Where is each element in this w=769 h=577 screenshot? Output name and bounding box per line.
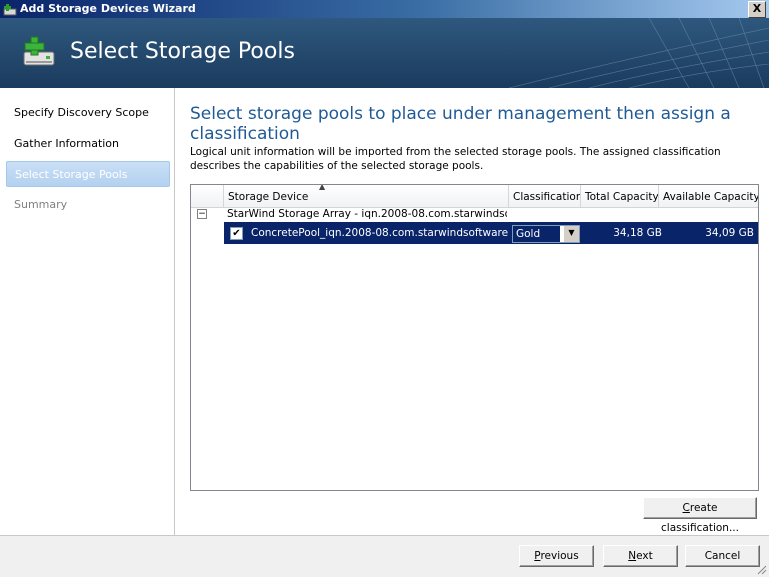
next-mnemonic: N (628, 550, 637, 562)
create-classification-label: reate classification... (661, 502, 739, 534)
wizard-steps-nav: Specify Discovery Scope Gather Informati… (0, 88, 175, 535)
row-total-capacity: 34,18 GB (613, 227, 662, 239)
grid-header: ▲ Storage Device Classification Total Ca… (191, 185, 758, 208)
banner-decoration (508, 18, 769, 88)
wizard-page-title: Select Storage Pools (70, 39, 295, 64)
wizard-footer: Previous Next Cancel (0, 535, 769, 577)
column-header-total-capacity[interactable]: Total Capacity (581, 185, 659, 207)
nav-step-specify-discovery-scope[interactable]: Specify Discovery Scope (6, 100, 170, 126)
sort-ascending-icon: ▲ (319, 185, 326, 191)
resize-grip-icon[interactable] (757, 565, 767, 575)
column-header-storage-device-label: Storage Device (228, 191, 309, 203)
wizard-header-banner: Select Storage Pools (0, 18, 769, 88)
next-button[interactable]: Next (603, 545, 678, 567)
group-row-starwind-array[interactable]: − StarWind Storage Array - iqn.2008-08.c… (191, 207, 758, 221)
collapse-group-icon[interactable]: − (197, 209, 207, 219)
previous-button[interactable]: Previous (519, 545, 594, 567)
column-header-storage-device[interactable]: ▲ Storage Device (224, 185, 509, 207)
column-header-available-capacity[interactable]: Available Capacity (659, 185, 758, 207)
cancel-button[interactable]: Cancel (685, 545, 760, 567)
classification-selected-value: Gold (513, 226, 560, 242)
row-available-capacity: 34,09 GB (705, 227, 754, 239)
row-storage-device: ConcretePool_iqn.2008-08.com.starwindsof… (251, 227, 509, 239)
close-button[interactable]: X (748, 1, 766, 18)
group-row-label: StarWind Storage Array - iqn.2008-08.com… (227, 208, 507, 220)
title-bar: Add Storage Devices Wizard X (0, 0, 769, 18)
page-heading: Select storage pools to place under mana… (190, 104, 731, 144)
storage-pools-grid[interactable]: ▲ Storage Device Classification Total Ca… (190, 184, 759, 491)
create-classification-mnemonic: C (682, 502, 690, 514)
nav-step-select-storage-pools[interactable]: Select Storage Pools (6, 161, 170, 187)
nav-step-summary: Summary (14, 198, 68, 211)
window-title: Add Storage Devices Wizard (20, 2, 196, 15)
row-select-checkbox[interactable]: ✔ (230, 227, 243, 240)
page-description: Logical unit information will be importe… (190, 146, 721, 172)
create-classification-button[interactable]: Create classification... (643, 497, 757, 534)
grid-header-spacer (191, 185, 224, 207)
column-header-classification[interactable]: Classification (509, 185, 581, 207)
wizard-app-icon (3, 4, 17, 16)
table-row[interactable]: ✔ ConcretePool_iqn.2008-08.com.starwinds… (224, 222, 758, 244)
previous-label: revious (540, 550, 579, 562)
next-label: ext (636, 550, 653, 562)
nav-step-gather-information[interactable]: Gather Information (6, 131, 170, 157)
dropdown-arrow-icon[interactable]: ▼ (563, 226, 579, 242)
classification-dropdown[interactable]: Gold ▼ (512, 225, 580, 243)
add-storage-icon (23, 36, 55, 66)
